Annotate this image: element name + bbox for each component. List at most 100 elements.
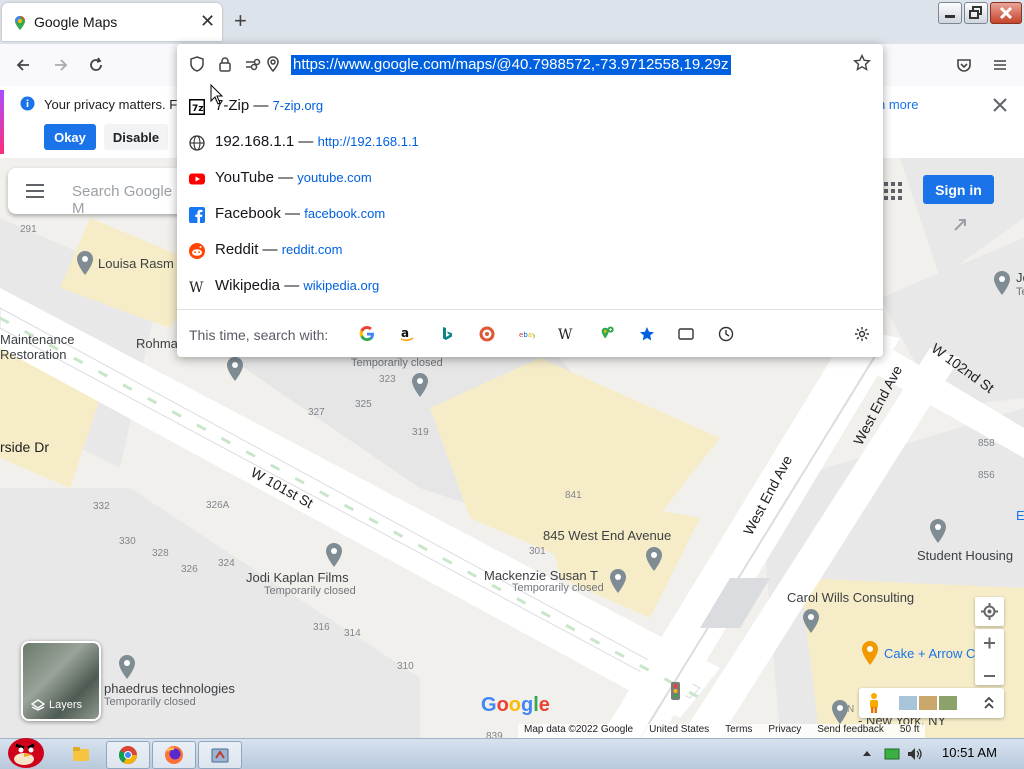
direction-arrow-icon (954, 219, 966, 231)
taskbar-app[interactable] (198, 741, 242, 769)
sign-in-button[interactable]: Sign in (923, 175, 994, 204)
suggestion-row[interactable]: 192.168.1.1 — http://192.168.1.1 (177, 125, 883, 161)
volume-icon[interactable] (906, 746, 924, 762)
ebay-engine-icon[interactable]: ebay (519, 326, 535, 342)
imagery-thumb[interactable] (899, 696, 917, 710)
place-label[interactable]: Rohma (136, 336, 178, 351)
minimize-button[interactable] (938, 2, 962, 24)
search-settings-gear-icon[interactable] (854, 326, 870, 342)
amazon-engine-icon[interactable]: a (399, 326, 415, 342)
taskbar-explorer[interactable] (60, 741, 102, 767)
suggestion-row[interactable]: Reddit — reddit.com (177, 233, 883, 269)
my-location-button[interactable] (975, 597, 1004, 626)
place-status: Temporarily closed (104, 696, 196, 708)
info-icon (20, 96, 35, 111)
history-clock-icon[interactable] (718, 326, 734, 342)
maps-search-box[interactable]: Search Google M (8, 168, 186, 217)
mouse-cursor-icon (210, 84, 224, 105)
map-pin-icon[interactable] (993, 270, 1011, 296)
place-label[interactable]: phaedrus technologies (104, 681, 235, 696)
globe-icon (189, 135, 205, 151)
menu-icon[interactable] (991, 56, 1009, 74)
address-number: 332 (93, 501, 110, 512)
taskbar-clock[interactable]: 10:51 AM (942, 745, 997, 760)
taskbar-chrome[interactable] (106, 741, 150, 769)
place-label[interactable]: Jodi Kaplan Films (246, 570, 349, 585)
privacy-link[interactable]: Privacy (768, 724, 801, 738)
start-button-bird-icon[interactable] (2, 731, 48, 769)
place-label[interactable]: Louisa Rasm (98, 256, 174, 271)
lock-icon[interactable] (217, 56, 233, 72)
maps-engine-icon[interactable] (599, 326, 615, 342)
pocket-icon[interactable] (955, 56, 973, 74)
tabs-icon[interactable] (678, 326, 694, 342)
place-label[interactable]: Mackenzie Susan T (484, 568, 598, 583)
tab-google-maps[interactable]: Google Maps ✕ (2, 3, 222, 41)
permissions-icon[interactable] (245, 56, 261, 72)
bookmarks-star-icon[interactable] (639, 326, 655, 342)
map-pin-icon[interactable] (929, 518, 947, 544)
url-input[interactable]: https://www.google.com/maps/@40.7988572,… (291, 55, 731, 75)
place-label[interactable]: E (1016, 508, 1024, 523)
expand-up-icon[interactable] (983, 695, 995, 711)
restaurant-pin-icon[interactable] (861, 640, 879, 666)
taskbar-firefox[interactable] (152, 741, 196, 769)
network-icon[interactable] (884, 747, 900, 761)
imagery-thumb[interactable] (939, 696, 957, 710)
close-banner-icon[interactable] (991, 96, 1009, 114)
okay-button[interactable]: Okay (44, 124, 96, 150)
tracking-shield-icon[interactable] (189, 56, 205, 72)
map-pin-icon[interactable] (609, 568, 627, 594)
zoom-out-icon[interactable] (975, 662, 1004, 690)
reload-icon[interactable] (87, 56, 105, 74)
place-label[interactable]: Student Housing (917, 548, 1013, 563)
map-pin-icon[interactable] (76, 250, 94, 276)
duckduckgo-engine-icon[interactable] (479, 326, 495, 342)
bookmark-star-icon[interactable] (853, 54, 871, 72)
map-pin-icon[interactable] (411, 372, 429, 398)
place-label[interactable]: Cake + Arrow C (884, 646, 975, 661)
pegman-icon[interactable] (867, 692, 881, 714)
zoom-in-icon[interactable] (975, 629, 1004, 657)
disable-button[interactable]: Disable (104, 124, 168, 150)
place-label[interactable]: Restoration (0, 347, 66, 362)
new-tab-button[interactable]: + (234, 8, 247, 34)
hamburger-menu-icon[interactable] (26, 184, 44, 202)
reddit-icon (189, 243, 205, 259)
place-label[interactable]: Maintenance (0, 332, 74, 347)
bing-engine-icon[interactable] (439, 326, 455, 342)
scale-label[interactable]: 50 ft (900, 724, 919, 738)
send-feedback-link[interactable]: Send feedback (817, 724, 884, 738)
place-label[interactable]: 845 West End Avenue (543, 528, 671, 543)
maximize-button[interactable] (964, 2, 988, 24)
map-pin-icon[interactable] (802, 608, 820, 634)
maps-search-input[interactable]: Search Google M (72, 183, 186, 217)
map-pin-icon[interactable] (226, 356, 244, 382)
suggestion-row[interactable]: YouTube — youtube.com (177, 161, 883, 197)
map-pin-icon[interactable] (831, 699, 849, 725)
folder-icon (73, 747, 89, 761)
region-link[interactable]: United States (649, 724, 709, 738)
suggestion-row[interactable]: 7z 7-Zip — 7-zip.org (177, 89, 883, 125)
location-icon[interactable] (265, 56, 281, 72)
forward-icon[interactable] (52, 56, 70, 74)
place-label[interactable]: Je (1016, 270, 1024, 285)
google-apps-icon[interactable] (884, 182, 902, 200)
place-label[interactable]: Carol Wills Consulting (787, 590, 914, 605)
window-close-button[interactable] (990, 2, 1022, 24)
map-pin-icon[interactable] (118, 654, 136, 680)
layers-button[interactable]: Layers (21, 641, 101, 721)
map-pin-icon[interactable] (325, 542, 343, 568)
tray-expand-icon[interactable] (862, 749, 872, 757)
imagery-thumb[interactable] (919, 696, 937, 710)
suggestion-row[interactable]: W Wikipedia — wikipedia.org (177, 269, 883, 305)
learn-more-link[interactable]: n more (878, 97, 918, 112)
suggestion-row[interactable]: Facebook — facebook.com (177, 197, 883, 233)
terms-link[interactable]: Terms (725, 724, 752, 738)
tab-close-icon[interactable]: ✕ (200, 11, 215, 32)
google-engine-icon[interactable] (359, 326, 375, 342)
address-number: 839 (486, 731, 503, 738)
back-icon[interactable] (14, 56, 32, 74)
wikipedia-engine-icon[interactable]: W (558, 326, 574, 342)
map-pin-icon[interactable] (645, 546, 663, 572)
